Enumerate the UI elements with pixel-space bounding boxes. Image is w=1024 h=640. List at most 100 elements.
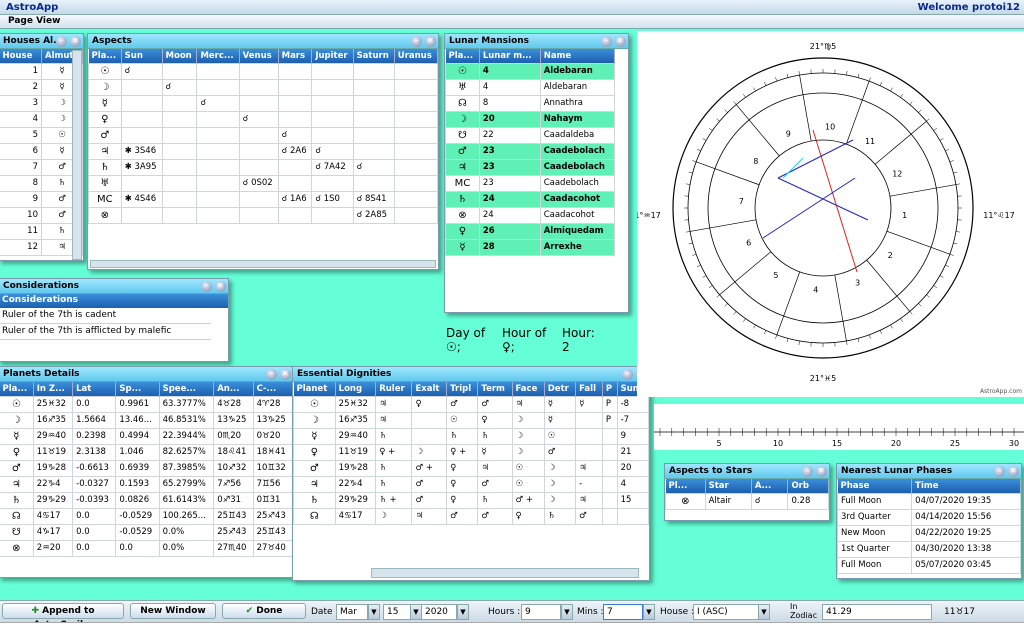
house-select[interactable]: I (ASC) xyxy=(693,604,759,620)
column-header[interactable]: Sp... xyxy=(115,382,160,396)
table-row[interactable]: ☽ ☌ xyxy=(88,78,439,96)
column-header[interactable]: Time xyxy=(911,479,1021,493)
chevron-down-icon[interactable]: ▼ xyxy=(368,604,380,620)
table-row[interactable]: ☋ 22 Caadaldeba xyxy=(445,126,616,144)
table-row[interactable]: ☽ 16♐35 1.5664 13.46... 46.8531% 13♑25 13♑25 xyxy=(0,411,294,429)
table-row[interactable]: 9 ♂ xyxy=(0,190,83,208)
mins-input[interactable]: 7 xyxy=(603,604,643,620)
column-header[interactable]: Pl... xyxy=(665,479,706,493)
chevron-down-icon[interactable]: ▼ xyxy=(758,604,770,620)
column-header[interactable]: A... xyxy=(751,479,789,493)
close-icon[interactable]: ✕ xyxy=(816,466,827,477)
minimize-icon[interactable]: – xyxy=(601,36,612,47)
table-row[interactable]: ♂ 19♑28 -0.6613 0.6939 87.3985% 10♐32 10♊32 xyxy=(0,459,294,477)
column-header[interactable]: Face xyxy=(512,382,545,396)
append-to-astroscribe-button[interactable]: ✚ Append to AstroScribe xyxy=(2,603,124,630)
table-row[interactable]: 11 ♄ xyxy=(0,222,83,240)
column-header[interactable]: Star xyxy=(705,479,752,493)
column-header[interactable]: Ruler xyxy=(375,382,413,396)
column-header[interactable]: Mars xyxy=(278,49,313,63)
column-header[interactable]: Term xyxy=(477,382,513,396)
aspects-hscroll[interactable] xyxy=(90,260,436,268)
table-row[interactable]: ☉ 25♓32 ♃ ♀ ♂ ♂ ♃ ☿ ☿ P -8 xyxy=(293,395,650,413)
consideration-item[interactable]: Ruler of the 7th is afflicted by malefic xyxy=(0,324,211,340)
table-row[interactable]: ♃ 22♑4 ♄ ♂ ♀ ♂ ☉ ☽ -4 xyxy=(293,475,650,493)
table-row[interactable]: ♅ ☌ 0S02 xyxy=(88,174,439,192)
column-header[interactable]: Detr xyxy=(544,382,577,396)
table-row[interactable]: ☊ 4♋17 ☽ ♃ ♂ ♂ ♀ ♄ ♂ xyxy=(293,507,650,525)
column-header[interactable]: Tripl xyxy=(446,382,479,396)
column-header[interactable]: C-... xyxy=(253,382,294,396)
table-row[interactable]: ♄ ✱ 3A95 ☌ 7A42 ☌ xyxy=(88,158,439,176)
column-header[interactable]: Lunar m... xyxy=(479,49,541,63)
stars-titlebar[interactable]: Aspects to Stars – ✕ xyxy=(665,464,829,479)
day-select[interactable]: 15 xyxy=(383,604,411,620)
table-row[interactable]: 1 ☿ xyxy=(0,62,83,80)
column-header[interactable]: Jupiter xyxy=(311,49,354,63)
column-header[interactable]: Lat xyxy=(72,382,117,396)
table-row[interactable]: ☿ 29♒40 0.2398 0.4994 22.3944% 0♏20 0♉20 xyxy=(0,427,294,445)
table-row[interactable]: ♄ 29♑29 ♄ + ♂ ♀ ♄ ♂ + ☽ ♃ 15 xyxy=(293,491,650,509)
year-select[interactable]: 2020 xyxy=(421,604,457,620)
table-row[interactable]: ♄ 24 Caadacohot xyxy=(445,190,616,208)
table-row[interactable]: ☿ ☌ xyxy=(88,94,439,112)
considerations-titlebar[interactable]: Considerations – ✕ xyxy=(0,279,228,294)
column-header[interactable]: Exalt xyxy=(411,382,448,396)
column-header[interactable]: In Z... xyxy=(33,382,74,396)
table-row[interactable]: MC ✱ 4S46 ☌ 1A6 ☌ 1S0 ☌ 8S41 xyxy=(88,190,439,208)
minimize-icon[interactable]: – xyxy=(994,466,1005,477)
column-header[interactable]: Pla... xyxy=(445,49,480,63)
table-row[interactable]: ☉ 4 Aldebaran xyxy=(445,62,616,80)
table-row[interactable]: ♃ 22♑4 -0.0327 0.1593 65.2799% 7♐56 7♊56 xyxy=(0,475,294,493)
table-row[interactable]: ♃ ✱ 3S46 ☌ 2A6 ☌ xyxy=(88,142,439,160)
planets-titlebar[interactable]: Planets Details – ✕ xyxy=(0,367,293,382)
month-select[interactable]: Mar xyxy=(336,604,368,620)
table-row[interactable]: 4 ☽ xyxy=(0,110,83,128)
close-icon[interactable]: ✕ xyxy=(70,36,81,47)
table-row[interactable]: ☽ 16♐35 ♃ ☉ ♀ ☽ ☿ P -7 xyxy=(293,411,650,429)
hours-select[interactable]: 9 xyxy=(521,604,561,620)
table-row[interactable]: ♀ ☌ xyxy=(88,110,439,128)
table-row[interactable]: ☿ 29♒40 ♄ ♄ ♄ ☽ ☉ 9 xyxy=(293,427,650,445)
column-header[interactable]: Merc... xyxy=(196,49,240,63)
table-row[interactable]: ♀ 26 Almiquedam xyxy=(445,222,616,240)
minimize-icon[interactable]: – xyxy=(266,369,277,380)
consideration-item[interactable]: Ruler of the 7th is cadent xyxy=(0,308,211,324)
column-header[interactable]: Phase xyxy=(837,479,913,493)
minimize-icon[interactable]: – xyxy=(201,281,212,292)
chevron-down-icon[interactable]: ▼ xyxy=(561,604,573,620)
aspects-titlebar[interactable]: Aspects – ✕ xyxy=(88,34,438,49)
column-header[interactable]: An... xyxy=(213,382,254,396)
table-row[interactable]: ⊗ 24 Caadacohot xyxy=(445,206,616,224)
minimize-icon[interactable]: – xyxy=(411,36,422,47)
column-header[interactable]: Long xyxy=(335,382,377,396)
zodiac-input[interactable]: 41.29 xyxy=(822,604,932,620)
table-row[interactable]: 5 ☉ xyxy=(0,126,83,144)
done-button[interactable]: ✔ Done xyxy=(222,603,306,619)
column-header[interactable]: Moon xyxy=(162,49,198,63)
lunar-titlebar[interactable]: Lunar Mansions – ✕ xyxy=(445,34,628,49)
chevron-down-icon[interactable]: ▼ xyxy=(457,604,469,620)
table-row[interactable]: ♂ ☌ xyxy=(88,126,439,144)
new-window-button[interactable]: New Window xyxy=(130,603,216,619)
table-row[interactable]: 7 ♂ xyxy=(0,158,83,176)
table-row[interactable]: ☉ 25♓32 0.0 0.9961 63.3777% 4♉28 4♈28 xyxy=(0,395,294,413)
natal-chart-wheel[interactable]: 12345678910111221°♍521°♓511°♒1711°♌17 xyxy=(629,31,1024,397)
table-row[interactable]: ☿ 28 Arrexhe xyxy=(445,238,616,256)
houses-scrollbar[interactable] xyxy=(72,50,82,260)
minimize-icon[interactable]: – xyxy=(56,36,67,47)
chevron-down-icon[interactable]: ▼ xyxy=(643,604,655,620)
table-row[interactable]: 2 ☿ xyxy=(0,78,83,96)
table-row[interactable]: 3rd Quarter 04/14/2020 15:56 xyxy=(836,508,1021,526)
table-row[interactable]: ♂ 23 Caadebolach xyxy=(445,142,616,160)
table-row[interactable]: ☽ 20 Nahaym xyxy=(445,110,616,128)
houses-titlebar[interactable]: Houses Al... – ✕ xyxy=(0,34,83,49)
table-row[interactable]: ⊗ 2♒20 0.0 0.0 0.0% 27♏40 27♉40 xyxy=(0,539,294,557)
table-row[interactable]: ☊ 4♋17 0.0 -0.0529 100.265... 25♊43 25♐43 xyxy=(0,507,294,525)
column-header[interactable]: Uranus xyxy=(394,49,439,63)
table-row[interactable]: ☋ 4♑17 0.0 -0.0529 0.0% 25♐43 25♊43 xyxy=(0,523,294,541)
column-header[interactable]: Sun xyxy=(121,49,163,63)
column-header[interactable]: Pla... xyxy=(88,49,122,63)
column-header[interactable]: House xyxy=(0,49,42,63)
table-row[interactable]: 3 ☽ xyxy=(0,94,83,112)
